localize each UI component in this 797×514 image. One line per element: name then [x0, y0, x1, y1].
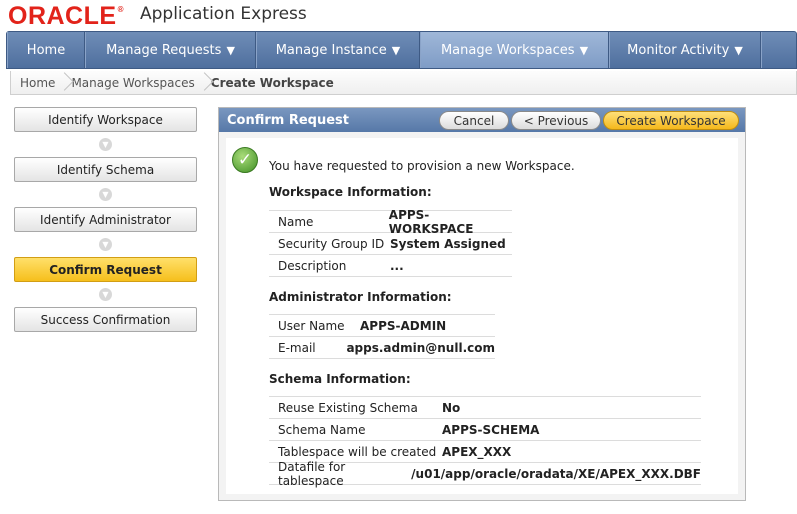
caret-down-icon: ▼ — [734, 43, 743, 57]
field-label: User Name — [278, 318, 345, 333]
field-label: Tablespace will be created — [278, 444, 437, 459]
breadcrumb-separator-icon — [58, 71, 68, 95]
table-row: Security Group ID System Assigned — [269, 233, 512, 255]
administrator-info-title: Administrator Information: — [269, 290, 452, 304]
wizard-step-confirm-request: Confirm Request — [14, 257, 197, 282]
field-value: System Assigned — [390, 236, 506, 251]
breadcrumb-separator-icon — [198, 71, 208, 95]
table-row: Datafile for tablespace /u01/app/oracle/… — [269, 459, 701, 488]
schema-info-title: Schema Information: — [269, 372, 411, 386]
table-row: Description ... — [269, 255, 512, 277]
chevron-down-icon: ▼ — [99, 188, 112, 201]
wizard-step-label: Identify Administrator — [40, 212, 171, 227]
wizard-step-success-confirmation: Success Confirmation — [14, 307, 197, 332]
field-value: APPS-ADMIN — [360, 318, 447, 333]
caret-down-icon: ▼ — [391, 43, 401, 57]
create-workspace-button[interactable]: Create Workspace — [603, 111, 739, 130]
field-value: ... — [390, 258, 404, 273]
wizard-step-label: Success Confirmation — [40, 312, 171, 327]
wizard-step-identify-schema: Identify Schema — [14, 157, 197, 182]
wizard-step-label: Identify Schema — [56, 162, 155, 177]
workspace-info-title: Workspace Information: — [269, 185, 432, 199]
wizard-step-label: Confirm Request — [49, 262, 162, 277]
previous-button[interactable]: < Previous — [511, 111, 601, 130]
cancel-button[interactable]: Cancel — [439, 111, 509, 130]
schema-info-table: Reuse Existing Schema No Schema Name APP… — [269, 396, 701, 488]
confirm-request-region: Confirm Request Cancel < Previous Create… — [218, 107, 746, 501]
tab-label: Manage Workspaces — [440, 42, 575, 58]
caret-down-icon: ▼ — [226, 43, 235, 57]
field-value: No — [442, 400, 461, 415]
wizard-step-identify-workspace: Identify Workspace — [14, 107, 197, 132]
app-title: Application Express — [140, 4, 307, 24]
nav-spacer — [761, 32, 796, 68]
confirmation-message: You have requested to provision a new Wo… — [269, 159, 575, 173]
tab-home[interactable]: Home — [7, 32, 85, 68]
field-label: Description — [278, 258, 347, 273]
breadcrumb-manage-workspaces-link[interactable]: Manage Workspaces — [71, 76, 194, 90]
wizard-step-label: Identify Workspace — [48, 112, 163, 127]
field-value: APEX_XXX — [442, 444, 512, 459]
table-row: Name APPS-WORKSPACE — [269, 207, 512, 236]
region-body: ✓ You have requested to provision a new … — [226, 138, 738, 494]
field-label: Schema Name — [278, 422, 366, 437]
tab-manage-workspaces[interactable]: Manage Workspaces ▼ — [420, 32, 609, 68]
tab-label: Monitor Activity — [627, 42, 730, 58]
chevron-down-icon: ▼ — [99, 138, 112, 151]
tab-label: Manage Instance — [275, 42, 387, 58]
field-label: Datafile for tablespace — [278, 459, 346, 488]
chevron-down-icon: ▼ — [99, 238, 112, 251]
field-value: APPS-WORKSPACE — [388, 207, 474, 236]
field-value: apps.admin@null.com — [346, 340, 495, 355]
table-row: Reuse Existing Schema No — [269, 397, 701, 419]
field-label: Reuse Existing Schema — [278, 400, 418, 415]
tab-manage-requests[interactable]: Manage Requests ▼ — [85, 32, 256, 68]
success-check-icon: ✓ — [232, 147, 258, 173]
administrator-info-table: User Name APPS-ADMIN E-mail apps.admin@n… — [269, 314, 495, 359]
field-label: Name — [278, 214, 314, 229]
breadcrumb-current: Create Workspace — [210, 75, 334, 90]
field-label: Security Group ID — [278, 236, 385, 251]
oracle-logo: ORACLE® — [8, 2, 124, 30]
tab-manage-instance[interactable]: Manage Instance ▼ — [256, 32, 420, 68]
caret-down-icon: ▼ — [579, 43, 589, 57]
breadcrumb-home-link[interactable]: Home — [20, 76, 55, 90]
tab-label: Manage Requests — [106, 42, 222, 58]
field-value: /u01/app/oracle/oradata/XE/APEX_XXX.DBF — [411, 466, 701, 481]
app-header: ORACLE® Application Express — [0, 0, 797, 30]
wizard-step-identify-administrator: Identify Administrator — [14, 207, 197, 232]
field-value: APPS-SCHEMA — [442, 422, 540, 437]
table-row: User Name APPS-ADMIN — [269, 315, 495, 337]
main-nav: Home Manage Requests ▼ Manage Instance ▼… — [6, 31, 797, 69]
tab-label: Home — [26, 42, 66, 58]
breadcrumb: Home Manage Workspaces Create Workspace — [10, 71, 797, 95]
chevron-down-icon: ▼ — [99, 288, 112, 301]
region-title: Confirm Request — [227, 112, 350, 128]
field-label: E-mail — [278, 340, 316, 355]
workspace-info-table: Name APPS-WORKSPACE Security Group ID Sy… — [269, 207, 512, 277]
table-row: Schema Name APPS-SCHEMA — [269, 419, 701, 441]
table-row: E-mail apps.admin@null.com — [269, 337, 495, 359]
tab-monitor-activity[interactable]: Monitor Activity ▼ — [609, 32, 761, 68]
